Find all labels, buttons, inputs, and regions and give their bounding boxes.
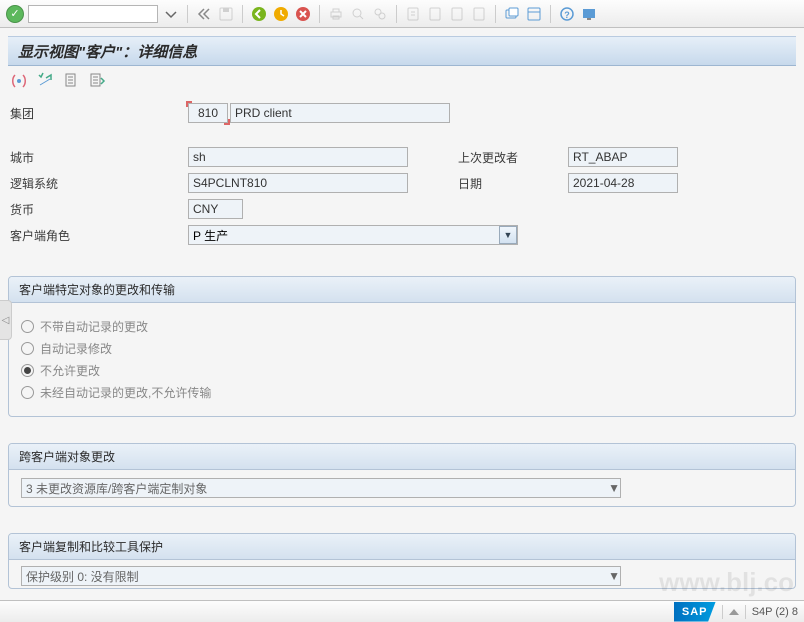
separator (187, 5, 188, 23)
layout-icon[interactable] (525, 5, 543, 23)
group-client-specific-changes: 客户端特定对象的更改和传输 不带自动记录的更改 自动记录修改 不允许更改 未经自… (8, 276, 796, 417)
combo-cross-client[interactable]: 3 未更改资源库/跨客户端定制对象 ▼ (21, 478, 621, 498)
sap-logo: SAP (674, 602, 716, 622)
radio-icon (21, 320, 34, 333)
status-system: S4P (2) 8 (752, 606, 798, 618)
field-currency[interactable]: CNY (188, 199, 243, 219)
page-up-icon (426, 5, 444, 23)
separator (319, 5, 320, 23)
nav-cancel-icon[interactable] (294, 5, 312, 23)
new-session-icon[interactable] (503, 5, 521, 23)
row-group: 集团 810 PRD client (8, 102, 796, 124)
find-icon (349, 5, 367, 23)
help-icon[interactable]: ? (558, 5, 576, 23)
separator (550, 5, 551, 23)
field-last-changed-by: RT_ABAP (568, 147, 678, 167)
group-cross-client-changes: 跨客户端对象更改 3 未更改资源库/跨客户端定制对象 ▼ (8, 443, 796, 507)
combo-protection-level[interactable]: 保护级别 0: 没有限制 ▼ (21, 566, 621, 586)
radio-label-1: 不带自动记录的更改 (40, 318, 148, 335)
toggle-mode-icon[interactable] (8, 70, 30, 92)
chevron-down-icon[interactable]: ▼ (608, 481, 620, 495)
chevron-down-icon[interactable]: ▼ (608, 569, 620, 583)
page-last-icon (470, 5, 488, 23)
enter-icon[interactable]: ✓ (6, 5, 24, 23)
row-client-role: 客户端角色 P 生产 ▼ (8, 224, 796, 246)
combo-client-role[interactable]: P 生产 ▼ (188, 225, 518, 245)
radio-icon (21, 342, 34, 355)
watermark: www.blj.co (659, 567, 794, 598)
find-next-icon (371, 5, 389, 23)
nav-exit-icon[interactable] (272, 5, 290, 23)
page-title: 显示视图"客户"：详细信息 (8, 36, 796, 66)
svg-text:?: ? (564, 10, 570, 20)
radio-icon (21, 386, 34, 399)
label-date: 日期 (448, 175, 568, 192)
copy-entry-icon[interactable] (86, 70, 108, 92)
dropdown-icon[interactable] (162, 5, 180, 23)
save-icon (217, 5, 235, 23)
nav-back-icon[interactable] (250, 5, 268, 23)
command-field[interactable] (28, 5, 158, 23)
page-down-icon (448, 5, 466, 23)
radio-label-3: 不允许更改 (40, 362, 100, 379)
label-client-role: 客户端角色 (8, 227, 188, 244)
radio-option-3: 不允许更改 (21, 362, 783, 379)
label-last-changed-by: 上次更改者 (448, 149, 568, 166)
status-bar: SAP S4P (2) 8 (0, 600, 804, 622)
field-logic-system[interactable]: S4PCLNT810 (188, 173, 408, 193)
page-first-icon (404, 5, 422, 23)
label-logic-system: 逻辑系统 (8, 175, 188, 192)
combo-client-role-value: P 生产 (193, 227, 228, 244)
radio-option-1: 不带自动记录的更改 (21, 318, 783, 335)
combo-protection-level-value: 保护级别 0: 没有限制 (26, 568, 139, 585)
group-header-1: 客户端特定对象的更改和传输 (9, 277, 795, 303)
radio-icon-selected (21, 364, 34, 377)
refresh-icon[interactable] (34, 70, 56, 92)
field-city[interactable]: sh (188, 147, 408, 167)
row-logic-system: 逻辑系统 S4PCLNT810 日期 2021-04-28 (8, 172, 796, 194)
radio-option-4: 未经自动记录的更改,不允许传输 (21, 384, 783, 401)
local-layout-icon[interactable] (580, 5, 598, 23)
chevron-down-icon[interactable]: ▼ (499, 226, 517, 244)
separator (242, 5, 243, 23)
field-date: 2021-04-28 (568, 173, 678, 193)
field-group-desc: PRD client (230, 103, 450, 123)
content-area: 集团 810 PRD client 城市 sh 上次更改者 RT_ABAP 逻辑… (8, 102, 796, 589)
radio-label-2: 自动记录修改 (40, 340, 112, 357)
radio-option-2: 自动记录修改 (21, 340, 783, 357)
system-toolbar: ✓ ? (0, 0, 804, 28)
status-menu-icon[interactable] (729, 609, 739, 615)
new-entry-icon[interactable] (60, 70, 82, 92)
combo-cross-client-value: 3 未更改资源库/跨客户端定制对象 (26, 480, 207, 497)
row-currency: 货币 CNY (8, 198, 796, 220)
separator (495, 5, 496, 23)
label-city: 城市 (8, 149, 188, 166)
field-group-code[interactable]: 810 (188, 103, 228, 123)
radio-label-4: 未经自动记录的更改,不允许传输 (40, 384, 211, 401)
label-group: 集团 (8, 105, 188, 122)
separator (396, 5, 397, 23)
row-city: 城市 sh 上次更改者 RT_ABAP (8, 146, 796, 168)
print-icon (327, 5, 345, 23)
group-header-2: 跨客户端对象更改 (9, 444, 795, 470)
app-toolbar (8, 70, 796, 92)
label-currency: 货币 (8, 201, 188, 218)
expand-side-panel-icon[interactable]: ◁ (0, 300, 12, 340)
group-header-3: 客户端复制和比较工具保护 (9, 534, 795, 560)
back-icon[interactable] (195, 5, 213, 23)
